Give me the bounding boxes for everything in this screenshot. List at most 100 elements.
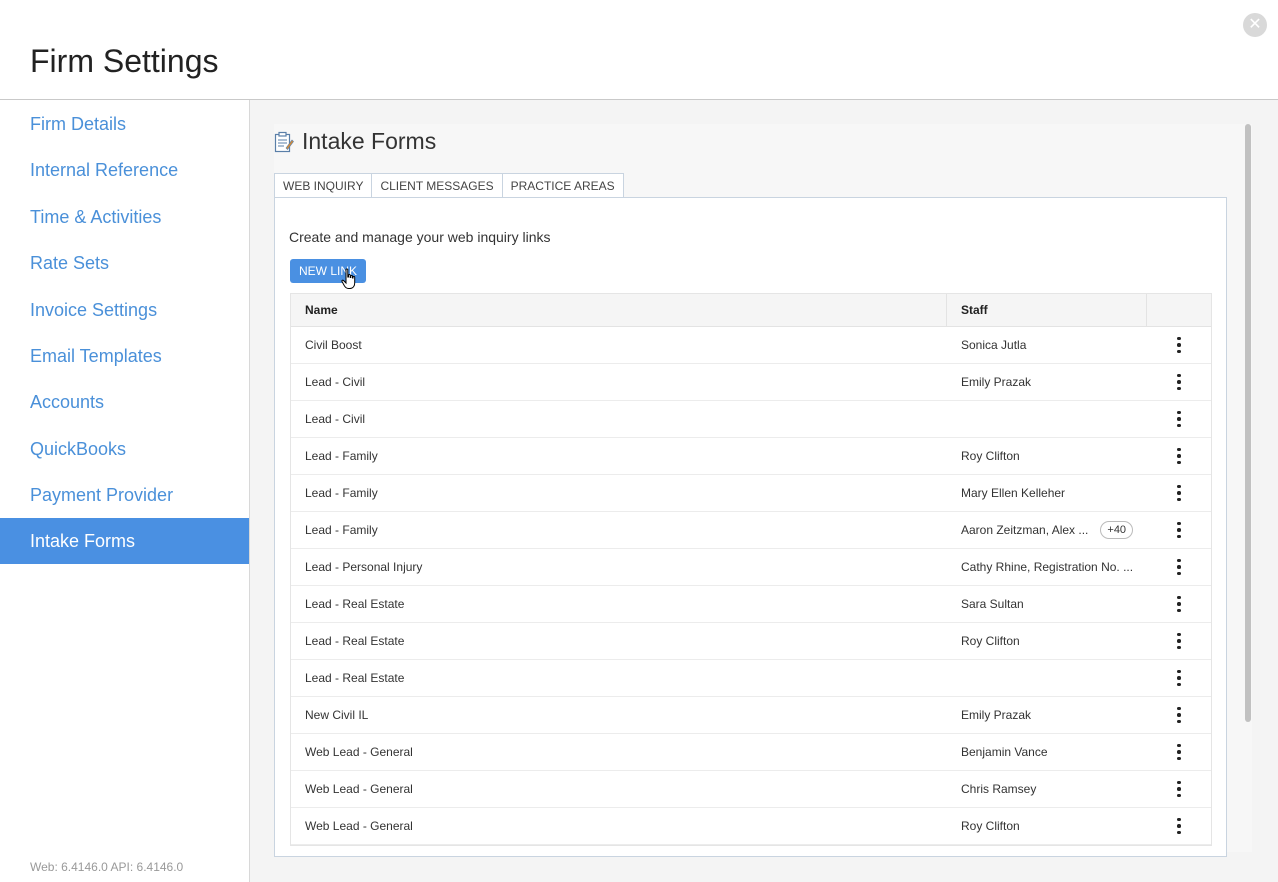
tab-bar: WEB INQUIRY CLIENT MESSAGES PRACTICE AREAS [274, 173, 624, 198]
column-header-actions [1147, 294, 1211, 326]
close-icon[interactable]: ✕ [1243, 13, 1267, 37]
tab-content-web-inquiry: Create and manage your web inquiry links… [274, 197, 1227, 857]
row-actions[interactable] [1147, 364, 1211, 400]
row-staff: Roy Clifton [947, 438, 1147, 474]
kebab-menu-icon[interactable] [1173, 814, 1185, 839]
row-staff-text: Roy Clifton [961, 819, 1020, 833]
table-row[interactable]: Lead - Real Estate [291, 660, 1211, 697]
row-staff: Roy Clifton [947, 808, 1147, 844]
row-name: Civil Boost [305, 338, 362, 352]
web-inquiry-table: Name Staff Civil Boost Sonica Jutla Lead -… [290, 293, 1212, 846]
row-actions[interactable] [1147, 549, 1211, 585]
kebab-menu-icon[interactable] [1173, 740, 1185, 765]
table-row[interactable]: Lead - Civil [291, 401, 1211, 438]
row-staff-text: Cathy Rhine, Registration No. ... [961, 560, 1134, 574]
tab-web-inquiry[interactable]: WEB INQUIRY [274, 173, 373, 198]
kebab-menu-icon[interactable] [1173, 370, 1185, 395]
row-actions[interactable] [1147, 660, 1211, 696]
row-actions[interactable] [1147, 808, 1211, 844]
row-name: Lead - Personal Injury [305, 560, 423, 574]
version-info: Web: 6.4146.0 API: 6.4146.0 [30, 860, 184, 874]
column-header-staff[interactable]: Staff [947, 294, 1147, 326]
kebab-menu-icon[interactable] [1173, 592, 1185, 617]
header: Firm Settings [0, 0, 1278, 100]
row-name: Web Lead - General [305, 745, 413, 759]
table-row[interactable]: Lead - Family Roy Clifton [291, 438, 1211, 475]
section-title: Intake Forms [274, 128, 436, 155]
sidebar-item-firm-details[interactable]: Firm Details [0, 101, 249, 147]
sidebar-item-rate-sets[interactable]: Rate Sets [0, 240, 249, 286]
kebab-menu-icon[interactable] [1173, 555, 1185, 580]
tab-client-messages[interactable]: CLIENT MESSAGES [372, 173, 503, 198]
row-actions[interactable] [1147, 697, 1211, 733]
table-row[interactable]: Web Lead - General Roy Clifton [291, 808, 1211, 845]
scrollbar-thumb[interactable] [1245, 124, 1251, 722]
row-name: Web Lead - General [305, 819, 413, 833]
row-staff: Benjamin Vance [947, 734, 1147, 770]
table-row[interactable]: Civil Boost Sonica Jutla [291, 327, 1211, 364]
row-name: Web Lead - General [305, 782, 413, 796]
kebab-menu-icon[interactable] [1173, 777, 1185, 802]
column-header-name[interactable]: Name [291, 294, 947, 326]
row-name: Lead - Family [305, 449, 378, 463]
sidebar-item-internal-reference[interactable]: Internal Reference [0, 147, 249, 193]
table-row[interactable]: Lead - Family Aaron Zeitzman, Alex ... +40 [291, 512, 1211, 549]
sidebar: Web: 6.4146.0 API: 6.4146.0 Firm Details… [0, 100, 250, 882]
table-header: Name Staff [291, 294, 1211, 327]
table-row[interactable]: Lead - Civil Emily Prazak [291, 364, 1211, 401]
table-row[interactable]: Lead - Real Estate Sara Sultan [291, 586, 1211, 623]
kebab-menu-icon[interactable] [1173, 444, 1185, 469]
row-name: Lead - Family [305, 486, 378, 500]
sidebar-item-intake-forms[interactable]: Intake Forms [0, 518, 249, 564]
kebab-menu-icon[interactable] [1173, 629, 1185, 654]
row-staff: Aaron Zeitzman, Alex ... +40 [947, 512, 1147, 548]
kebab-menu-icon[interactable] [1173, 518, 1185, 543]
staff-count-badge[interactable]: +40 [1100, 521, 1134, 539]
row-staff: Roy Clifton [947, 623, 1147, 659]
kebab-menu-icon[interactable] [1173, 407, 1185, 432]
row-actions[interactable] [1147, 734, 1211, 770]
table-row[interactable]: Lead - Personal Injury Cathy Rhine, Regis… [291, 549, 1211, 586]
sidebar-item-invoice-settings[interactable]: Invoice Settings [0, 287, 249, 333]
kebab-menu-icon[interactable] [1173, 666, 1185, 691]
row-staff: Emily Prazak [947, 364, 1147, 400]
table-row[interactable]: Lead - Real Estate Roy Clifton [291, 623, 1211, 660]
row-staff-text: Mary Ellen Kelleher [961, 486, 1066, 500]
row-staff-text: Aaron Zeitzman, Alex ... [961, 523, 1089, 537]
row-actions[interactable] [1147, 438, 1211, 474]
description-text: Create and manage your web inquiry links [289, 229, 551, 245]
form-icon [274, 131, 294, 152]
sidebar-item-accounts[interactable]: Accounts [0, 379, 249, 425]
tab-practice-areas[interactable]: PRACTICE AREAS [502, 173, 624, 198]
main-content: Intake Forms WEB INQUIRY CLIENT MESSAGES P… [250, 100, 1278, 882]
row-actions[interactable] [1147, 623, 1211, 659]
row-name: Lead - Family [305, 523, 378, 537]
sidebar-item-time-activities[interactable]: Time & Activities [0, 194, 249, 240]
row-actions[interactable] [1147, 401, 1211, 437]
kebab-menu-icon[interactable] [1173, 481, 1185, 506]
row-staff: Chris Ramsey [947, 771, 1147, 807]
row-actions[interactable] [1147, 771, 1211, 807]
table-row[interactable]: Web Lead - General Benjamin Vance [291, 734, 1211, 771]
row-staff-text: Roy Clifton [961, 449, 1020, 463]
row-staff-text: Benjamin Vance [961, 745, 1048, 759]
intake-forms-panel: Intake Forms WEB INQUIRY CLIENT MESSAGES P… [274, 124, 1252, 857]
row-actions[interactable] [1147, 327, 1211, 363]
row-actions[interactable] [1147, 586, 1211, 622]
table-row[interactable]: Web Lead - General Chris Ramsey [291, 771, 1211, 808]
row-actions[interactable] [1147, 512, 1211, 548]
table-body: Civil Boost Sonica Jutla Lead - Civil Emily… [291, 327, 1211, 845]
sidebar-item-payment-provider[interactable]: Payment Provider [0, 472, 249, 518]
table-row[interactable]: New Civil IL Emily Prazak [291, 697, 1211, 734]
sidebar-item-email-templates[interactable]: Email Templates [0, 333, 249, 379]
row-actions[interactable] [1147, 475, 1211, 511]
row-staff: Emily Prazak [947, 697, 1147, 733]
row-staff-text: Emily Prazak [961, 708, 1032, 722]
scrollbar[interactable] [1245, 124, 1253, 824]
sidebar-item-quickbooks[interactable]: QuickBooks [0, 426, 249, 472]
table-row[interactable]: Lead - Family Mary Ellen Kelleher [291, 475, 1211, 512]
row-staff [947, 401, 1147, 437]
row-name: Lead - Civil [305, 375, 366, 389]
kebab-menu-icon[interactable] [1173, 333, 1185, 358]
kebab-menu-icon[interactable] [1173, 703, 1185, 728]
